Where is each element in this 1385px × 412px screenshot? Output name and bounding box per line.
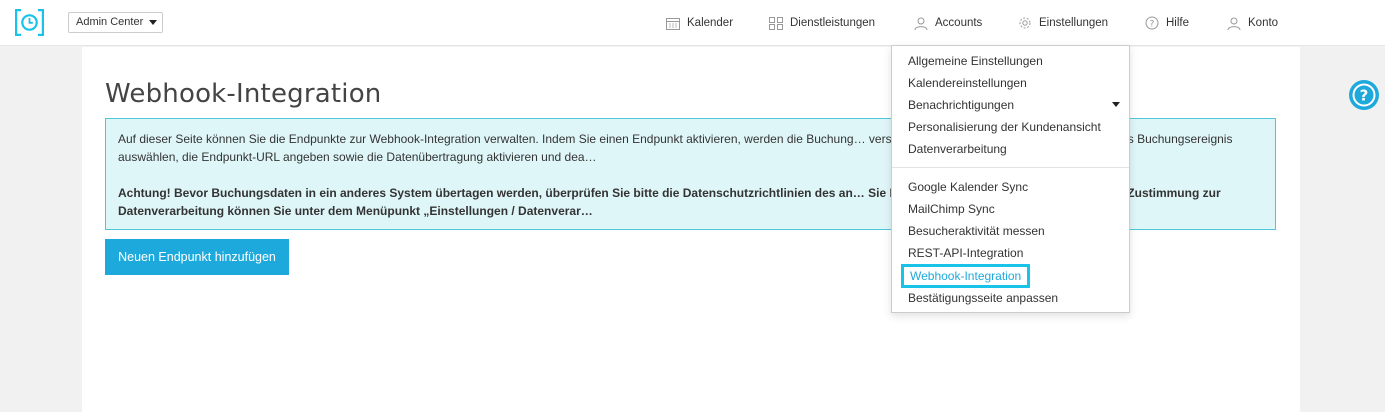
menu-item-benachrichtigungen[interactable]: Benachrichtigungen xyxy=(908,96,1014,114)
menu-item-allgemeine-einstellungen[interactable]: Allgemeine Einstellungen xyxy=(908,52,1043,70)
help-question-icon: ? xyxy=(1352,83,1376,107)
calendar-icon xyxy=(666,17,680,30)
nav-kalender[interactable]: Kalender xyxy=(666,15,733,31)
nav-hilfe[interactable]: ? Hilfe xyxy=(1145,15,1189,31)
grid-icon xyxy=(769,16,783,30)
user-icon xyxy=(1227,17,1241,30)
floating-help-button[interactable]: ? xyxy=(1349,80,1379,110)
app-logo-clock-icon[interactable] xyxy=(15,9,44,36)
top-navigation-bar: Admin Center Kalender Dienstleistungen A… xyxy=(0,0,1385,46)
menu-item-webhook-integration-active[interactable]: Webhook-Integration xyxy=(901,264,1031,288)
nav-konto-label: Konto xyxy=(1248,17,1279,29)
menu-item-kalendereinstellungen[interactable]: Kalendereinstellungen xyxy=(908,74,1027,92)
nav-accounts[interactable]: Accounts xyxy=(914,15,982,31)
add-endpoint-button[interactable]: Neuen Endpunkt hinzufügen xyxy=(105,239,289,275)
gear-icon xyxy=(1019,17,1031,29)
nav-dienstleistungen-label: Dienstleistungen xyxy=(790,17,876,29)
submenu-caret-down-icon[interactable] xyxy=(1112,102,1120,107)
menu-item-mailchimp-sync[interactable]: MailChimp Sync xyxy=(908,200,995,218)
menu-item-rest-api-integration[interactable]: REST-API-Integration xyxy=(908,244,1023,262)
nav-einstellungen-label: Einstellungen xyxy=(1039,17,1109,29)
menu-item-google-kalender-sync[interactable]: Google Kalender Sync xyxy=(908,178,1028,196)
menu-item-datenverarbeitung[interactable]: Datenverarbeitung xyxy=(908,140,1007,158)
settings-dropdown-menu: Allgemeine Einstellungen Kalendereinstel… xyxy=(891,45,1130,313)
caret-down-icon xyxy=(149,20,157,25)
nav-einstellungen[interactable]: Einstellungen xyxy=(1018,15,1108,31)
users-icon xyxy=(914,17,928,30)
nav-kalender-label: Kalender xyxy=(687,17,734,29)
nav-dienstleistungen[interactable]: Dienstleistungen xyxy=(769,15,875,31)
svg-text:?: ? xyxy=(1360,87,1369,105)
admin-center-select[interactable]: Admin Center xyxy=(68,12,163,33)
nav-hilfe-label: Hilfe xyxy=(1166,17,1190,29)
admin-center-select-label: Admin Center xyxy=(76,16,144,28)
menu-item-besucheraktivitaet[interactable]: Besucheraktivität messen xyxy=(908,222,1045,240)
nav-konto[interactable]: Konto xyxy=(1227,15,1278,31)
svg-text:?: ? xyxy=(1150,20,1155,30)
page-title: Webhook-Integration xyxy=(105,79,382,109)
nav-accounts-label: Accounts xyxy=(935,17,983,29)
menu-item-bestaetigungsseite[interactable]: Bestätigungsseite anpassen xyxy=(908,289,1058,307)
question-circle-icon: ? xyxy=(1145,16,1159,30)
menu-divider xyxy=(892,167,1129,168)
menu-item-personalisierung[interactable]: Personalisierung der Kundenansicht xyxy=(908,118,1101,136)
